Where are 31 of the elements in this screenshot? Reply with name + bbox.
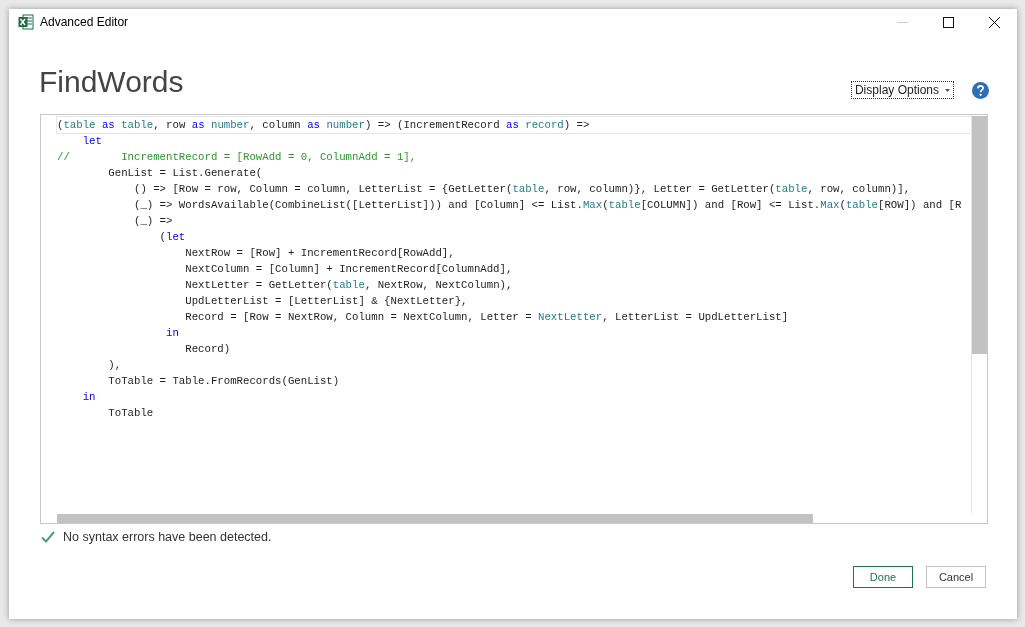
query-name-heading: FindWords: [39, 65, 184, 99]
code-line: (_) =>: [132, 214, 173, 229]
code-line: () => [Row = row, Column = column, LetterList = {GetLetter(table, row, column)}, Letter = GetLetter(table, row, column)],: [132, 182, 911, 197]
code-line: Record = [Row = NextRow, Column = NextColumn, Letter = NextLetter, LetterList = UpdLetterList]: [184, 310, 789, 325]
code-line: let: [81, 134, 102, 149]
code-line: (table as table, row as number, column as number) => (IncrementRecord as record) =>: [57, 117, 971, 133]
code-line: Record): [184, 342, 231, 357]
cancel-button[interactable]: Cancel: [926, 566, 986, 588]
status-message: No syntax errors have been detected.: [63, 530, 272, 544]
code-editor[interactable]: [40, 114, 988, 524]
code-line: NextRow = [Row] + IncrementRecord[RowAdd],: [184, 246, 455, 261]
code-line: (_) => WordsAvailable(CombineList([LetterList])) and [Column] <= List.Max(table[COLUMN]) and [Row] <= List.Max(table[ROW]) and [R: [132, 198, 962, 213]
code-line: NextColumn = [Column] + IncrementRecord[ColumnAdd],: [184, 262, 513, 277]
code-line: ),: [107, 358, 122, 373]
code-line: ToTable = Table.FromRecords(GenList): [107, 374, 340, 389]
help-icon[interactable]: [972, 81, 989, 99]
code-line: GenList = List.Generate(: [107, 166, 263, 181]
window-title: Advanced Editor: [40, 15, 129, 29]
code-line: (let: [158, 230, 186, 245]
done-button[interactable]: Done: [853, 566, 913, 588]
code-line: in: [165, 326, 179, 341]
code-line: // IncrementRecord = [RowAdd = 0, ColumnAdd = 1],: [57, 150, 417, 165]
code-line: ToTable: [107, 406, 154, 421]
caret-icon: [945, 88, 950, 92]
code-line: NextLetter = GetLetter(table, NextRow, NextColumn),: [184, 278, 513, 293]
spreadsheet-app-icon: [18, 14, 34, 30]
code-line: UpdLetterList = [LetterList] & {NextLetter},: [184, 294, 468, 309]
close-icon: [988, 16, 1000, 28]
display-options-dropdown[interactable]: Display Options: [850, 81, 954, 99]
maximize-icon: [942, 16, 954, 28]
code-line: in: [81, 390, 96, 405]
